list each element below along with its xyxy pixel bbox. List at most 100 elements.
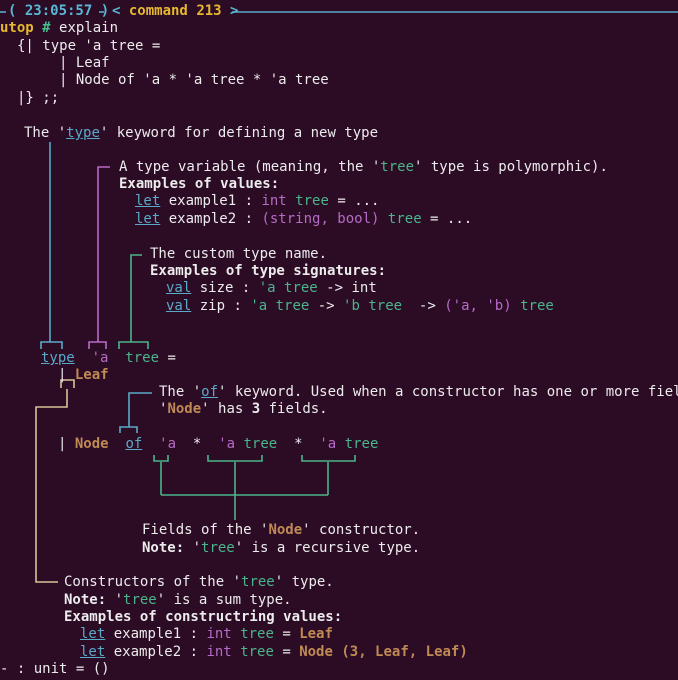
diagram-star-2: *	[294, 436, 303, 452]
diagram-sp7	[176, 436, 193, 452]
ctor-ex2-eq: =	[273, 644, 300, 660]
ctor-ex2-type: int	[206, 644, 232, 660]
ctor-ex1-name: example1 :	[105, 626, 207, 642]
ctor-ex1-val: Leaf	[299, 626, 333, 642]
node-count: 3	[251, 401, 261, 417]
type-keyword-pointer	[40, 142, 63, 349]
ctor-note-pre: Constructors of the '	[64, 574, 242, 590]
ctor-note-q1: '	[106, 592, 124, 608]
type-keyword-note: The 'type' keyword for defining a new ty…	[24, 125, 378, 142]
prompt-time: 23:05:57	[24, 3, 93, 19]
constructors-note: Constructors of the 'tree' type.	[64, 574, 334, 591]
tvar-ex1-tree: tree	[295, 193, 329, 209]
of-note-keyword: of	[201, 384, 219, 400]
node-fields-count: 'Node' has 3 fields.	[159, 401, 328, 418]
diagram-sp10	[277, 436, 294, 452]
diagram-field-2-var: 'a	[218, 436, 236, 452]
diagram-sp4	[66, 436, 74, 452]
fields-note-recursive: Note: 'tree' is a recursive type.	[142, 540, 420, 557]
type-name-pointer	[118, 254, 149, 349]
fields-note: Fields of the 'Node' constructor.	[142, 522, 420, 539]
sig2-arrow1: ->	[309, 298, 344, 314]
constructors-note-sum: Note: 'tree' is a sum type.	[64, 592, 292, 609]
tvar-example-1: let example1 : int tree = ...	[135, 193, 379, 210]
diagram-node-line: | Node of 'a * 'a tree * 'a tree	[58, 436, 378, 453]
ctor-ex2-tree: tree	[240, 644, 274, 660]
signature-1: val size : 'a tree -> int	[166, 280, 377, 297]
tvar-note-pre: A type variable (meaning, the '	[119, 159, 381, 175]
sig2-b: 'b tree	[343, 298, 403, 314]
code-line-2: | Leaf	[59, 55, 110, 71]
ctor-ex1-tree: tree	[240, 626, 274, 642]
type-note-pre: The '	[24, 125, 67, 141]
diagram-type-keyword: type	[41, 350, 75, 366]
sig2-name: zip :	[191, 298, 251, 314]
diagram-node: Node	[74, 436, 109, 452]
fields-note-label: Note:	[142, 540, 185, 556]
type-name-note: The custom type name.	[150, 246, 328, 262]
node-q2: ' has	[201, 401, 252, 417]
prompt-command-label: command	[128, 3, 188, 19]
ctor-note-label: Note:	[64, 592, 107, 608]
fields-note-node: Node	[268, 522, 303, 538]
diagram-sp3	[66, 367, 74, 383]
sig2-a: 'a tree	[250, 298, 310, 314]
sig2-arrow2: ->	[402, 298, 445, 314]
tvar-ex2-type: (string, bool)	[261, 211, 380, 227]
signature-2: val zip : 'a tree -> 'b tree -> ('a, 'b)…	[166, 298, 554, 315]
sig2-pair: ('a, 'b)	[444, 298, 512, 314]
tvar-ex2-name: example2 :	[160, 211, 262, 227]
tvar-ex1-name: example1 :	[160, 193, 262, 209]
diagram-leaf-line: | Leaf	[58, 367, 109, 384]
type-note-post: ' keyword for defining a new type	[99, 125, 379, 141]
fields-note-q1: '	[184, 540, 202, 556]
sig1-type: 'a tree	[258, 280, 318, 296]
diagram-leaf: Leaf	[74, 367, 109, 383]
fields-note-post: ' constructor.	[302, 522, 421, 538]
diagram-sp2	[108, 350, 125, 366]
type-variable-pointer	[88, 166, 110, 349]
prompt-hash: #	[42, 20, 51, 36]
ctor-note-tree2: tree	[123, 592, 157, 608]
ctor-ex2-sp	[232, 644, 240, 660]
ctor-ex2-kw: let	[80, 644, 106, 660]
ctor-note-post: ' type.	[274, 574, 334, 590]
code-line-1: {| type 'a tree =	[17, 38, 161, 54]
terminal-window[interactable]: ( 23:05:57 ) < command 213 > utop # expl…	[0, 0, 678, 680]
tvar-ex1-sp	[287, 193, 295, 209]
ctor-ex1-type: int	[206, 626, 232, 642]
diagram-sp1	[75, 350, 92, 366]
sig1-name: size :	[191, 280, 259, 296]
result-line: - : unit = ()	[0, 661, 110, 677]
ctor-ex2-val: Node (3, Leaf, Leaf)	[299, 644, 468, 660]
type-variable-note: A type variable (meaning, the 'tree' typ…	[119, 159, 608, 176]
prompt-paren-open: (	[8, 3, 25, 19]
fields-note-rest: ' is a recursive type.	[234, 540, 421, 556]
ctor-ex2-name: example2 :	[105, 644, 207, 660]
tvar-examples-label: Examples of values:	[119, 176, 280, 192]
sig1-rest: -> int	[317, 280, 377, 296]
diagram-equals: =	[159, 350, 176, 366]
sig2-tree: tree	[520, 298, 554, 314]
ctor-ex1-eq: =	[273, 626, 300, 642]
diagram-sp8	[201, 436, 218, 452]
diagram-type-variable: 'a	[91, 350, 109, 366]
tvar-ex1-rest: = ...	[328, 193, 380, 209]
code-line-3: | Node of 'a * 'a tree * 'a tree	[59, 72, 329, 88]
type-name-examples-label: Examples of type signatures:	[150, 263, 387, 279]
diagram-sp6	[142, 436, 159, 452]
prompt-paren-close: )	[92, 3, 110, 19]
ctor-example-1: let example1 : int tree = Leaf	[80, 626, 333, 643]
prompt-input-line[interactable]: utop # explain	[0, 20, 118, 37]
sig2-kw: val	[166, 298, 192, 314]
of-keyword-note: The 'of' keyword. Used when a constructo…	[159, 384, 678, 401]
diagram-field-2-tree: tree	[243, 436, 278, 452]
prompt-angle-right: >	[221, 3, 239, 19]
tvar-note-name: tree	[380, 159, 415, 175]
ctor-note-rest: ' is a sum type.	[156, 592, 292, 608]
ctor-example-2: let example2 : int tree = Node (3, Leaf,…	[80, 644, 468, 661]
tvar-ex2-kw: let	[135, 211, 161, 227]
tvar-note-post: ' type is polymorphic).	[414, 159, 608, 175]
sig1-kw: val	[166, 280, 192, 296]
